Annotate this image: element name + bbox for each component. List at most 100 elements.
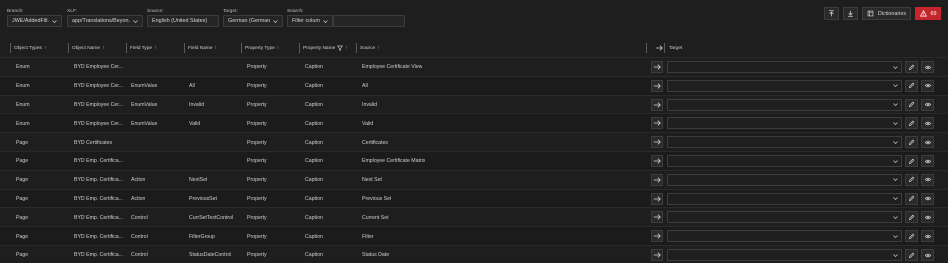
property-type-cell: Property xyxy=(247,101,267,108)
preview-button[interactable] xyxy=(921,230,934,243)
arrow-right-icon xyxy=(653,195,661,202)
object-name-cell: BYD Emp. Certifica... xyxy=(74,158,124,165)
target-translation-select[interactable] xyxy=(667,117,902,130)
source-label: Source: xyxy=(147,9,164,14)
table-row: Page BYD Emp. Certifica... Action PreviousS… xyxy=(0,188,948,208)
target-select[interactable]: German (Germany) xyxy=(223,15,283,27)
copy-source-button[interactable] xyxy=(651,61,663,73)
error-count-button[interactable]: 69 xyxy=(915,7,941,20)
xlf-select[interactable]: app/Translations/Beyon... xyxy=(67,15,143,27)
target-translation-select[interactable] xyxy=(667,211,902,224)
target-translation-select[interactable] xyxy=(667,155,902,167)
header-field-name[interactable]: Field Name ↑ xyxy=(186,41,217,55)
target-translation-select[interactable] xyxy=(667,192,902,205)
preview-button[interactable] xyxy=(921,79,934,92)
preview-button[interactable] xyxy=(921,155,934,167)
object-name-cell: BYD Certificates xyxy=(74,139,113,146)
download-icon xyxy=(848,10,853,17)
preview-button[interactable] xyxy=(921,98,934,111)
header-object-name[interactable]: Object Name ↑ xyxy=(70,41,105,55)
object-name-cell: BYD Employee Cer... xyxy=(74,120,124,127)
object-type-cell: Page xyxy=(16,139,29,146)
copy-source-button[interactable] xyxy=(651,249,663,261)
property-name-cell: Caption xyxy=(305,158,323,165)
property-name-cell: Caption xyxy=(305,101,323,108)
copy-source-button[interactable] xyxy=(651,155,663,167)
copy-source-button[interactable] xyxy=(651,136,663,149)
source-cell: Status Date xyxy=(362,252,390,259)
download-button[interactable] xyxy=(843,7,858,20)
source-select[interactable]: English (United States) xyxy=(147,15,219,27)
object-name-cell: BYD Employee Cer... xyxy=(74,64,124,71)
header-source[interactable]: Source ↑ xyxy=(358,41,380,55)
search-column-select[interactable]: Filter column xyxy=(287,15,333,27)
field-name-cell: CurrSetTextControl xyxy=(189,214,234,221)
dictionaries-button[interactable]: Dictionaries xyxy=(862,7,911,20)
copy-all-header[interactable] xyxy=(653,41,663,55)
table-row: Page BYD Emp. Certifica... Control CurrSetT… xyxy=(0,207,948,226)
branch-value: JWE/AddedFilt... xyxy=(12,18,49,24)
target-translation-select[interactable] xyxy=(667,249,902,261)
sort-icon: ↑ xyxy=(276,45,280,51)
preview-button[interactable] xyxy=(921,249,934,261)
eye-icon xyxy=(924,102,931,107)
target-translation-select[interactable] xyxy=(667,98,902,111)
target-translation-select[interactable] xyxy=(667,173,902,186)
eye-icon xyxy=(924,234,931,238)
header-property-name[interactable]: Property Name ↑ xyxy=(301,41,348,55)
chevron-down-icon xyxy=(273,19,278,23)
target-label: Target: xyxy=(223,9,238,14)
header-object-types[interactable]: Object Types ↑ xyxy=(12,41,46,55)
edit-button[interactable] xyxy=(905,98,918,111)
filter-icon[interactable] xyxy=(337,45,344,51)
header-property-name-label: Property Name xyxy=(303,45,336,51)
preview-button[interactable] xyxy=(921,192,934,205)
copy-source-button[interactable] xyxy=(651,211,663,224)
edit-button[interactable] xyxy=(905,155,918,167)
property-name-cell: Caption xyxy=(305,214,323,221)
copy-source-button[interactable] xyxy=(651,192,663,205)
book-icon xyxy=(867,10,874,17)
source-cell: Current Set xyxy=(362,214,389,221)
preview-button[interactable] xyxy=(921,173,934,186)
edit-button[interactable] xyxy=(905,173,918,186)
edit-button[interactable] xyxy=(905,211,918,224)
edit-button[interactable] xyxy=(905,117,918,130)
field-name-cell: StatusDateControl xyxy=(189,252,232,259)
copy-source-button[interactable] xyxy=(651,117,663,130)
header-field-type[interactable]: Field Type ↑ xyxy=(128,41,157,55)
target-translation-select[interactable] xyxy=(667,136,902,149)
edit-button[interactable] xyxy=(905,230,918,243)
property-name-cell: Caption xyxy=(305,64,323,71)
branch-select[interactable]: JWE/AddedFilt... xyxy=(7,15,62,27)
chevron-down-icon xyxy=(133,19,138,23)
source-cell: Valid xyxy=(362,120,374,127)
preview-button[interactable] xyxy=(921,136,934,149)
column-divider xyxy=(646,43,647,53)
pencil-icon xyxy=(908,233,915,239)
copy-source-button[interactable] xyxy=(651,173,663,186)
edit-button[interactable] xyxy=(905,192,918,205)
target-translation-select[interactable] xyxy=(667,230,902,243)
eye-icon xyxy=(924,140,931,144)
edit-button[interactable] xyxy=(905,79,918,92)
xlf-label: XLF: xyxy=(67,9,78,14)
edit-button[interactable] xyxy=(905,136,918,149)
upload-button[interactable] xyxy=(824,7,839,20)
preview-button[interactable] xyxy=(921,117,934,130)
preview-button[interactable] xyxy=(921,61,934,73)
search-input[interactable] xyxy=(333,15,405,27)
edit-button[interactable] xyxy=(905,61,918,73)
pencil-icon xyxy=(908,82,915,89)
copy-source-button[interactable] xyxy=(651,98,663,111)
target-translation-select[interactable] xyxy=(667,61,902,73)
object-name-cell: BYD Emp. Certifica... xyxy=(74,252,124,259)
chevron-down-icon xyxy=(893,234,898,238)
edit-button[interactable] xyxy=(905,249,918,261)
copy-source-button[interactable] xyxy=(651,79,663,92)
target-translation-select[interactable] xyxy=(667,79,902,92)
header-field-name-label: Field Name xyxy=(188,45,213,51)
preview-button[interactable] xyxy=(921,211,934,224)
copy-source-button[interactable] xyxy=(651,230,663,243)
header-property-type[interactable]: Property Type ↑ xyxy=(243,41,279,55)
